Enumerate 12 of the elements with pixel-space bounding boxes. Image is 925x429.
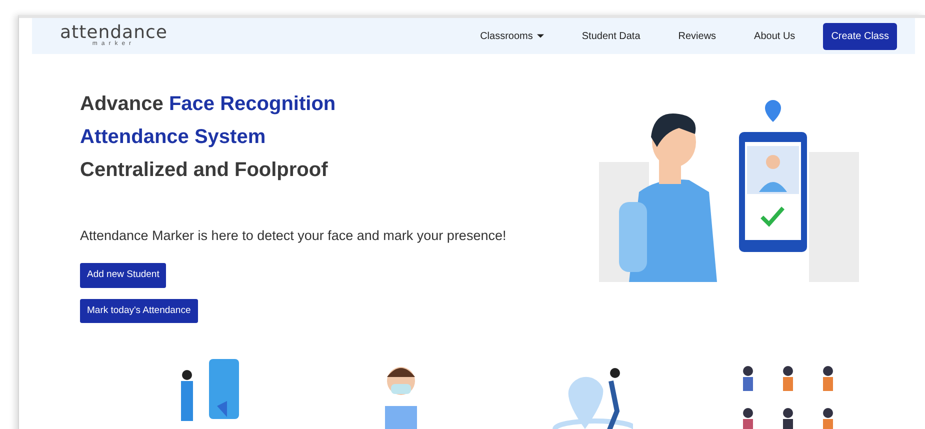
nav-link[interactable]: Reviews — [678, 28, 716, 44]
create-class-button[interactable]: Create Class — [823, 22, 897, 50]
action-button[interactable]: Mark today's Attendance — [80, 298, 198, 323]
logo-title: attendance — [60, 24, 168, 41]
action-button[interactable]: Add new Student — [80, 263, 166, 288]
hero-heading: Advance Face Recognition — [80, 92, 337, 117]
nav-link[interactable]: Student Data — [582, 28, 640, 44]
tagline: Attendance Marker is here to detect your face and mark your presence! — [80, 227, 508, 245]
hero-heading: Attendance System — [80, 125, 267, 150]
nav-link[interactable]: About Us — [754, 28, 796, 44]
nav-link[interactable]: Classrooms — [480, 28, 544, 44]
hero-heading: Centralized and Foolproof — [80, 158, 329, 183]
